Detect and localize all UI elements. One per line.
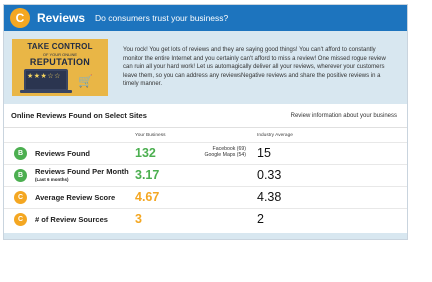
reviews-title: Reviews (37, 11, 86, 25)
table-row: C Average Review Score 4.67 4.38 (4, 186, 407, 208)
review-info-link[interactable]: Review information about your business (291, 113, 397, 119)
table-row: B Reviews Found Per Month (Last 6 months) 3… (4, 164, 407, 186)
promo-image-line1: TAKE CONTROL (27, 42, 93, 51)
row-sublabel: (Last 6 months) (35, 177, 69, 182)
review-source-line: Google Maps (54) (204, 152, 246, 159)
reviews-header: C Reviews Do consumers trust your busine… (4, 5, 407, 31)
column-header-industry-average: Industry Average (257, 133, 293, 138)
row-grade-badge: B (14, 169, 27, 182)
reviews-section-header: Online Reviews Found on Select Sites Rev… (4, 104, 407, 128)
row-grade-badge: C (14, 191, 27, 204)
your-business-value: 4.67 (135, 190, 160, 204)
column-header-your-business: Your Business (135, 133, 166, 138)
reviews-section-title: Online Reviews Found on Select Sites (11, 111, 147, 120)
your-business-value: 3.17 (135, 168, 160, 182)
card-footer-strip (4, 233, 407, 239)
reputation-promo-image: TAKE CONTROL OF YOUR ONLINE REPUTATION ★… (12, 39, 108, 96)
industry-average-value: 4.38 (257, 190, 282, 204)
row-grade-badge: B (14, 147, 27, 160)
reviews-table-body: B Reviews Found 132 Facebook (69) Google Map… (4, 142, 407, 230)
review-sources-breakdown: Facebook (69) Google Maps (54) (204, 146, 246, 159)
row-label: Reviews Found (35, 149, 91, 158)
row-label: Average Review Score (35, 193, 116, 202)
industry-average-value: 2 (257, 212, 264, 226)
reviews-card: C Reviews Do consumers trust your busine… (3, 4, 408, 240)
industry-average-value: 0.33 (257, 168, 282, 182)
your-business-value: 3 (135, 212, 142, 226)
promo-banner: TAKE CONTROL OF YOUR ONLINE REPUTATION ★… (4, 31, 407, 104)
row-label: Reviews Found Per Month (35, 167, 129, 176)
industry-average-value: 15 (257, 146, 271, 160)
table-row: B Reviews Found 132 Facebook (69) Google Map… (4, 142, 407, 164)
promo-image-line3: REPUTATION (29, 57, 91, 67)
your-business-value: 132 (135, 146, 156, 160)
reviews-question: Do consumers trust your business? (95, 13, 229, 23)
promo-text: You rock! You get lots of reviews and th… (123, 47, 386, 88)
table-row: C # of Review Sources 3 2 (4, 208, 407, 230)
row-grade-badge: C (14, 213, 27, 226)
laptop-base (20, 90, 72, 93)
cart-icon: 🛒 (78, 74, 93, 88)
rating-stars-icon: ★★★☆☆ (27, 73, 61, 80)
reviews-table-column-headers: Your Business Industry Average (4, 128, 407, 142)
row-label: # of Review Sources (35, 215, 108, 224)
reviews-grade-badge: C (10, 8, 30, 28)
